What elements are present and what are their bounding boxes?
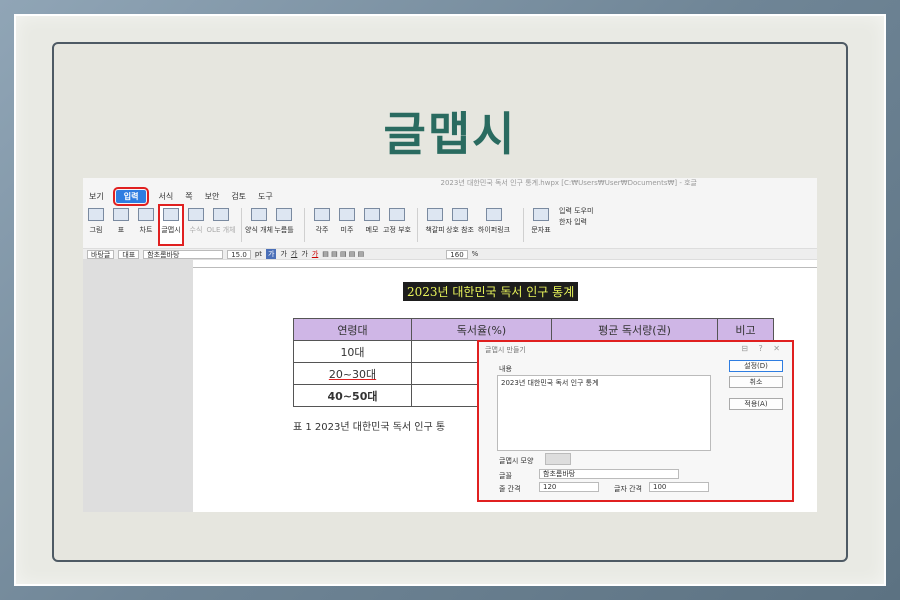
settings-button[interactable]: 설정(D) bbox=[729, 360, 783, 372]
cancel-button[interactable]: 취소 bbox=[729, 376, 783, 388]
footnote-icon bbox=[314, 208, 330, 221]
document-title: 2023년 대한민국 독서 인구 통계 bbox=[403, 282, 579, 301]
menu-review[interactable]: 검토 bbox=[225, 191, 252, 202]
table-header: 평균 독서량(권) bbox=[551, 318, 718, 341]
font-select[interactable]: 함초롬바탕 bbox=[539, 469, 679, 479]
ribbon-picture[interactable]: 그림 bbox=[85, 206, 107, 235]
ribbon-ole[interactable]: OLE 개체 bbox=[207, 206, 235, 235]
style-select[interactable]: 바탕글 bbox=[87, 249, 115, 259]
fixed-mark-icon bbox=[389, 208, 405, 221]
ribbon-cross-ref[interactable]: 상호 참조 bbox=[446, 206, 474, 235]
line-spacing-label: 줄 간격 bbox=[499, 485, 521, 493]
textart-icon bbox=[163, 208, 179, 221]
font-size-unit: pt bbox=[254, 250, 263, 258]
ribbon-separator bbox=[523, 208, 524, 242]
menu-tools[interactable]: 도구 bbox=[252, 191, 279, 202]
horizontal-ruler[interactable] bbox=[193, 260, 817, 268]
strike-button[interactable]: 가 bbox=[301, 249, 307, 259]
ribbon-memo[interactable]: 메모 bbox=[361, 206, 383, 235]
alignment-buttons[interactable]: ▤ ▤ ▤ ▤ ▤ bbox=[322, 250, 442, 258]
page-title: 글맵시 bbox=[383, 107, 517, 161]
ribbon-separator bbox=[417, 208, 418, 242]
ribbon-fixed-mark[interactable]: 고정 부호 bbox=[383, 206, 411, 235]
ribbon-equation[interactable]: 수식 bbox=[185, 206, 207, 235]
left-gutter bbox=[83, 260, 193, 512]
menu-insert[interactable]: 입력 bbox=[112, 186, 150, 206]
ribbon-symbols[interactable]: 문자표 bbox=[530, 206, 552, 235]
ribbon-field[interactable]: 누름틀 bbox=[273, 206, 295, 235]
font-size-input[interactable]: 15.0 bbox=[227, 249, 251, 259]
table-cell[interactable]: 20~30대 bbox=[293, 362, 412, 385]
ribbon-separator bbox=[241, 208, 242, 242]
language-select[interactable]: 대표 bbox=[118, 249, 140, 259]
chart-icon bbox=[138, 208, 154, 221]
font-color-button[interactable]: 가 bbox=[312, 249, 318, 259]
equation-icon bbox=[188, 208, 204, 221]
ribbon-table[interactable]: 표 bbox=[110, 206, 132, 235]
underline-button[interactable]: 가 bbox=[291, 249, 297, 259]
input-helper-button[interactable]: 입력 도우미 bbox=[559, 206, 593, 217]
form-icon bbox=[251, 208, 267, 221]
ole-icon bbox=[213, 208, 229, 221]
table-cell[interactable]: 10대 bbox=[293, 340, 412, 363]
table-header: 독서율(%) bbox=[411, 318, 552, 341]
picture-icon bbox=[88, 208, 104, 221]
ribbon-side-group: 입력 도우미 한자 입력 bbox=[559, 206, 593, 228]
content-textarea[interactable]: 2023년 대한민국 독서 인구 통계 bbox=[497, 375, 711, 451]
ribbon: 그림 표 차트 글맵시 수식 OLE 개체 양식 개체 누름틀 각주 미주 메모… bbox=[83, 204, 817, 248]
ribbon-chart[interactable]: 차트 bbox=[135, 206, 157, 235]
dialog-window-controls[interactable]: ⊟ ? ✕ bbox=[741, 344, 784, 353]
symbols-icon bbox=[533, 208, 549, 221]
table-icon bbox=[113, 208, 129, 221]
ribbon-footnote[interactable]: 각주 bbox=[311, 206, 333, 235]
ribbon-form-object[interactable]: 양식 개체 bbox=[245, 206, 273, 235]
memo-icon bbox=[364, 208, 380, 221]
content-label: 내용 bbox=[499, 365, 512, 373]
ribbon-hyperlink[interactable]: 하이퍼링크 bbox=[474, 206, 514, 235]
textart-dialog: 글맵시 만들기 ⊟ ? ✕ 내용 2023년 대한민국 독서 인구 통계 글맵시… bbox=[477, 340, 794, 502]
char-spacing-input[interactable]: 100 bbox=[649, 482, 709, 492]
apply-button[interactable]: 적용(A) bbox=[729, 398, 783, 410]
zoom-unit: % bbox=[471, 250, 479, 258]
menu-bar: 보기 입력 서식 쪽 보안 검토 도구 bbox=[83, 186, 817, 206]
zoom-input[interactable]: 160 bbox=[446, 249, 468, 259]
endnote-icon bbox=[339, 208, 355, 221]
shape-label: 글맵시 모양 bbox=[499, 457, 534, 465]
font-label: 글꼴 bbox=[499, 472, 512, 480]
bookmark-icon bbox=[427, 208, 443, 221]
line-spacing-input[interactable]: 120 bbox=[539, 482, 599, 492]
ribbon-endnote[interactable]: 미주 bbox=[336, 206, 358, 235]
font-select[interactable]: 함초롬바탕 bbox=[143, 249, 224, 259]
menu-format[interactable]: 서식 bbox=[152, 191, 179, 202]
window-title: 2023년 대한민국 독서 인구 통계.hwpx [C:₩Users₩User₩… bbox=[440, 179, 697, 187]
ribbon-textart[interactable]: 글맵시 bbox=[158, 204, 184, 246]
menu-page[interactable]: 쪽 bbox=[179, 191, 198, 202]
italic-button[interactable]: 가 bbox=[280, 249, 286, 259]
table-header: 비고 bbox=[717, 318, 774, 341]
hanja-input-button[interactable]: 한자 입력 bbox=[559, 217, 593, 228]
menu-view[interactable]: 보기 bbox=[83, 191, 110, 202]
dialog-title: 글맵시 만들기 bbox=[485, 346, 526, 354]
table-caption: 표 1 2023년 대한민국 독서 인구 통 bbox=[293, 422, 446, 433]
table-header: 연령대 bbox=[293, 318, 412, 341]
field-icon bbox=[276, 208, 292, 221]
hyperlink-icon bbox=[486, 208, 502, 221]
format-bar: 바탕글 대표 함초롬바탕 15.0 pt 가 가 가 가 가 ▤ ▤ ▤ ▤ ▤… bbox=[83, 248, 817, 260]
char-spacing-label: 글자 간격 bbox=[614, 485, 642, 493]
table-header-row: 연령대 독서율(%) 평균 독서량(권) 비고 bbox=[293, 318, 774, 341]
ribbon-separator bbox=[304, 208, 305, 242]
ribbon-bookmark[interactable]: 책갈피 bbox=[424, 206, 446, 235]
bold-button[interactable]: 가 bbox=[266, 249, 277, 259]
table-cell[interactable]: 40~50대 bbox=[293, 384, 412, 407]
menu-security[interactable]: 보안 bbox=[199, 191, 226, 202]
cross-ref-icon bbox=[452, 208, 468, 221]
shape-select[interactable] bbox=[545, 453, 571, 465]
